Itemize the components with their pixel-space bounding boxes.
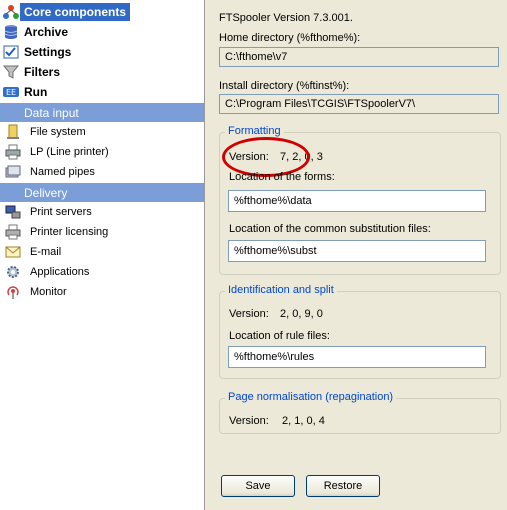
nav-settings[interactable]: Settings: [0, 42, 204, 62]
restore-button[interactable]: Restore: [306, 475, 380, 497]
subst-location-value: %fthome%\subst: [234, 245, 317, 257]
normalisation-version-value: 2, 1, 0, 4: [282, 415, 325, 427]
nav-core-components[interactable]: Core components: [0, 2, 204, 22]
nav-printer-licensing[interactable]: Printer licensing: [0, 222, 204, 242]
nav-monitor[interactable]: Monitor: [0, 282, 204, 302]
identification-group-title: Identification and split: [225, 284, 337, 296]
install-dir-field[interactable]: C:\Program Files\TCGIS\FTSpoolerV7\: [219, 94, 499, 114]
nav-email-label: E-mail: [30, 246, 62, 258]
home-dir-label: Home directory (%fthome%):: [219, 32, 361, 44]
home-dir-field[interactable]: C:\fthome\v7: [219, 47, 499, 67]
nav-file-system[interactable]: File system: [0, 122, 204, 142]
formatting-group-title: Formatting: [225, 125, 284, 137]
rules-location-label: Location of rule files:: [229, 330, 330, 342]
section-data-input-label: Data input: [24, 105, 79, 120]
section-delivery-label: Delivery: [24, 185, 68, 200]
nav-run-label: Run: [24, 85, 48, 99]
line-printer-icon: [5, 144, 21, 160]
print-server-icon: [5, 204, 21, 220]
file-system-icon: [5, 124, 21, 140]
install-dir-label: Install directory (%ftinst%):: [219, 80, 350, 92]
named-pipes-icon: [5, 164, 21, 180]
nav-print-servers-label: Print servers: [30, 206, 92, 218]
install-dir-value: C:\Program Files\TCGIS\FTSpoolerV7\: [225, 98, 416, 110]
nav-line-printer[interactable]: LP (Line printer): [0, 142, 204, 162]
section-delivery: Delivery: [0, 183, 204, 202]
section-data-input: Data input: [0, 103, 204, 122]
nav-named-pipes-label: Named pipes: [30, 166, 95, 178]
monitor-icon: [5, 284, 21, 300]
rules-location-input[interactable]: %fthome%\rules: [228, 346, 486, 368]
filter-icon: [2, 64, 20, 80]
nav-run[interactable]: EE Run: [0, 82, 204, 102]
nav-file-system-label: File system: [30, 126, 86, 138]
normalisation-group-title: Page normalisation (repagination): [225, 391, 397, 403]
nav-print-servers[interactable]: Print servers: [0, 202, 204, 222]
rules-location-value: %fthome%\rules: [234, 351, 315, 363]
save-button[interactable]: Save: [221, 475, 295, 497]
nav-archive[interactable]: Archive: [0, 22, 204, 42]
nav-archive-label: Archive: [24, 25, 69, 39]
normalisation-version-label: Version:: [229, 415, 269, 427]
nav-line-printer-label: LP (Line printer): [30, 146, 109, 158]
identification-version-value: 2, 0, 9, 0: [280, 308, 323, 320]
nav-filters-label: Filters: [24, 65, 61, 79]
subst-location-input[interactable]: %fthome%\subst: [228, 240, 486, 262]
applications-icon: [5, 264, 21, 280]
svg-text:EE: EE: [6, 88, 16, 97]
nav-core-components-label: Core components: [20, 3, 131, 21]
navigation-sidebar: Core components Archive Settings Filters…: [0, 0, 205, 510]
forms-location-label: Location of the forms:: [229, 171, 335, 183]
forms-location-value: %fthome%\data: [234, 195, 312, 207]
nav-named-pipes[interactable]: Named pipes: [0, 162, 204, 182]
nav-applications[interactable]: Applications: [0, 262, 204, 282]
home-dir-value: C:\fthome\v7: [225, 51, 288, 63]
version-title: FTSpooler Version 7.3.001.: [219, 12, 353, 24]
email-icon: [5, 244, 21, 260]
nav-settings-label: Settings: [24, 45, 72, 59]
archive-icon: [3, 24, 19, 40]
nav-monitor-label: Monitor: [30, 286, 67, 298]
nav-email[interactable]: E-mail: [0, 242, 204, 262]
nav-applications-label: Applications: [30, 266, 90, 278]
settings-icon: [3, 44, 19, 60]
core-components-icon: [3, 4, 19, 20]
run-icon: EE: [3, 84, 19, 100]
subst-location-label: Location of the common substitution file…: [229, 223, 431, 235]
nav-printer-licensing-label: Printer licensing: [30, 226, 109, 238]
nav-filters[interactable]: Filters: [0, 62, 204, 82]
identification-version-label: Version:: [229, 308, 269, 320]
printer-licensing-icon: [5, 224, 21, 240]
forms-location-input[interactable]: %fthome%\data: [228, 190, 486, 212]
